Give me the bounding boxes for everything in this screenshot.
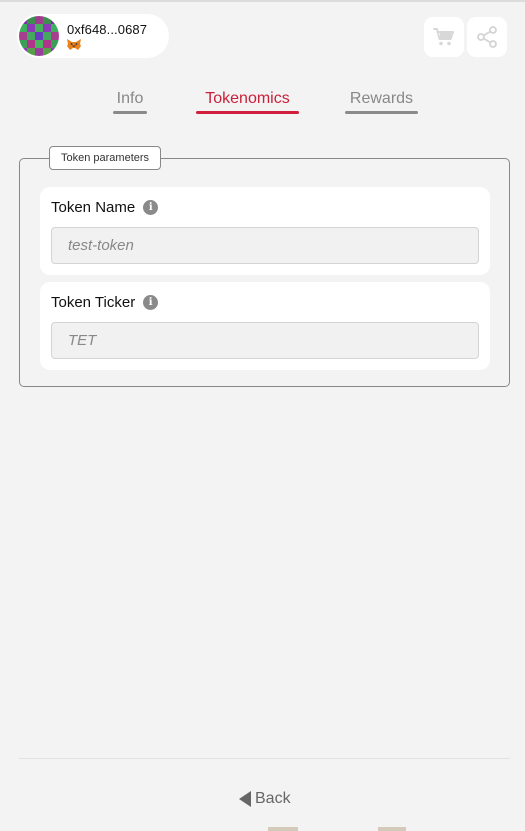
tab-info-label: Info	[116, 90, 144, 107]
account-address: 0xf648...0687	[67, 21, 148, 37]
back-arrow-icon	[239, 791, 251, 807]
page: 0xf648...0687 Info Tokenomics Rewards To…	[0, 0, 525, 831]
token-name-input[interactable]	[51, 227, 479, 264]
tab-tokenomics[interactable]: Tokenomics	[196, 89, 299, 114]
token-ticker-field-label: Token Ticker i	[51, 294, 159, 311]
share-icon	[477, 26, 497, 48]
tab-info[interactable]: Info	[113, 89, 147, 114]
tab-rewards-label: Rewards	[349, 90, 414, 107]
info-icon[interactable]: i	[143, 200, 159, 215]
account-pill[interactable]: 0xf648...0687	[17, 14, 169, 58]
token-ticker-input[interactable]	[51, 322, 479, 359]
back-label: Back	[255, 790, 291, 807]
back-button[interactable]: Back	[239, 788, 291, 810]
metamask-fox-icon	[67, 38, 81, 50]
tab-rewards-underline	[345, 111, 418, 114]
tab-tokenomics-underline	[196, 111, 299, 114]
top-border	[0, 0, 525, 2]
avatar	[19, 16, 59, 56]
token-ticker-label: Token Ticker	[51, 294, 136, 311]
token-name-field-label: Token Name i	[51, 199, 159, 216]
tab-tokenomics-label: Tokenomics	[205, 90, 290, 107]
footer-divider	[19, 758, 510, 759]
share-button[interactable]	[467, 17, 507, 57]
cart-button[interactable]	[424, 17, 464, 57]
tab-rewards[interactable]: Rewards	[345, 89, 418, 114]
token-parameters-legend: Token parameters	[49, 146, 162, 170]
token-ticker-card: Token Ticker i	[40, 282, 490, 370]
tab-info-underline	[113, 111, 147, 114]
token-name-label: Token Name	[51, 199, 136, 216]
cart-icon	[433, 28, 454, 46]
token-name-card: Token Name i	[40, 187, 490, 275]
bottom-decoration	[268, 827, 406, 831]
info-icon[interactable]: i	[143, 295, 159, 310]
